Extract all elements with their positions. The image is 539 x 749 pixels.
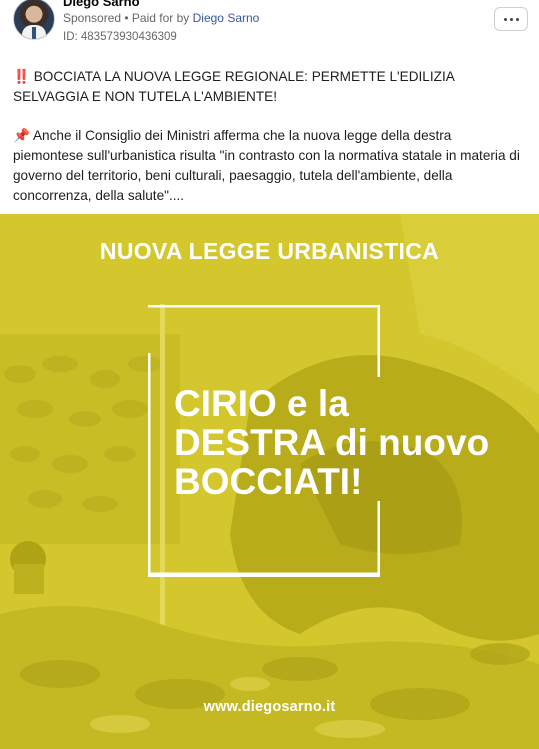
- more-dot-icon: [515, 17, 519, 21]
- pushpin-icon: 📌: [13, 128, 30, 143]
- ad-post-card: Diego Sarno Sponsored • Paid for by Dieg…: [0, 0, 539, 749]
- ad-id: ID: 483573930436309: [63, 31, 177, 43]
- sponsored-label: Sponsored: [63, 11, 122, 25]
- ad-creative-image[interactable]: NUOVA LEGGE URBANISTICA CIRIO e la DESTR…: [0, 214, 539, 749]
- creative-slogan: CIRIO e la DESTRA di nuovo BOCCIATI!: [174, 384, 534, 501]
- post-body-text: Anche il Consiglio dei Ministri afferma …: [13, 128, 520, 203]
- profile-avatar[interactable]: [13, 0, 55, 40]
- website-url: www.diegosarno.it: [203, 699, 336, 715]
- slogan-line-3: BOCCIATI!: [174, 461, 363, 502]
- slogan-line-2: DESTRA di nuovo: [174, 422, 490, 463]
- paid-for-prefix: • Paid for by: [121, 11, 193, 25]
- slogan-line-1: CIRIO e la: [174, 383, 349, 424]
- post-text-headline: ‼️ BOCCIATA LA NUOVA LEGGE REGIONALE: PE…: [13, 69, 455, 104]
- creative-headline: NUOVA LEGGE URBANISTICA: [99, 238, 440, 264]
- payer-name[interactable]: Diego Sarno: [193, 11, 260, 25]
- more-options-button[interactable]: [494, 7, 528, 31]
- avatar-tie: [32, 27, 36, 39]
- more-dot-icon: [509, 17, 513, 21]
- page-name-link[interactable]: Diego Sarno: [63, 0, 140, 9]
- sponsored-line: Sponsored • Paid for by Diego Sarno: [63, 11, 259, 25]
- post-text-body: 📌 Anche il Consiglio dei Ministri afferm…: [13, 126, 523, 206]
- more-dot-icon: [503, 17, 507, 21]
